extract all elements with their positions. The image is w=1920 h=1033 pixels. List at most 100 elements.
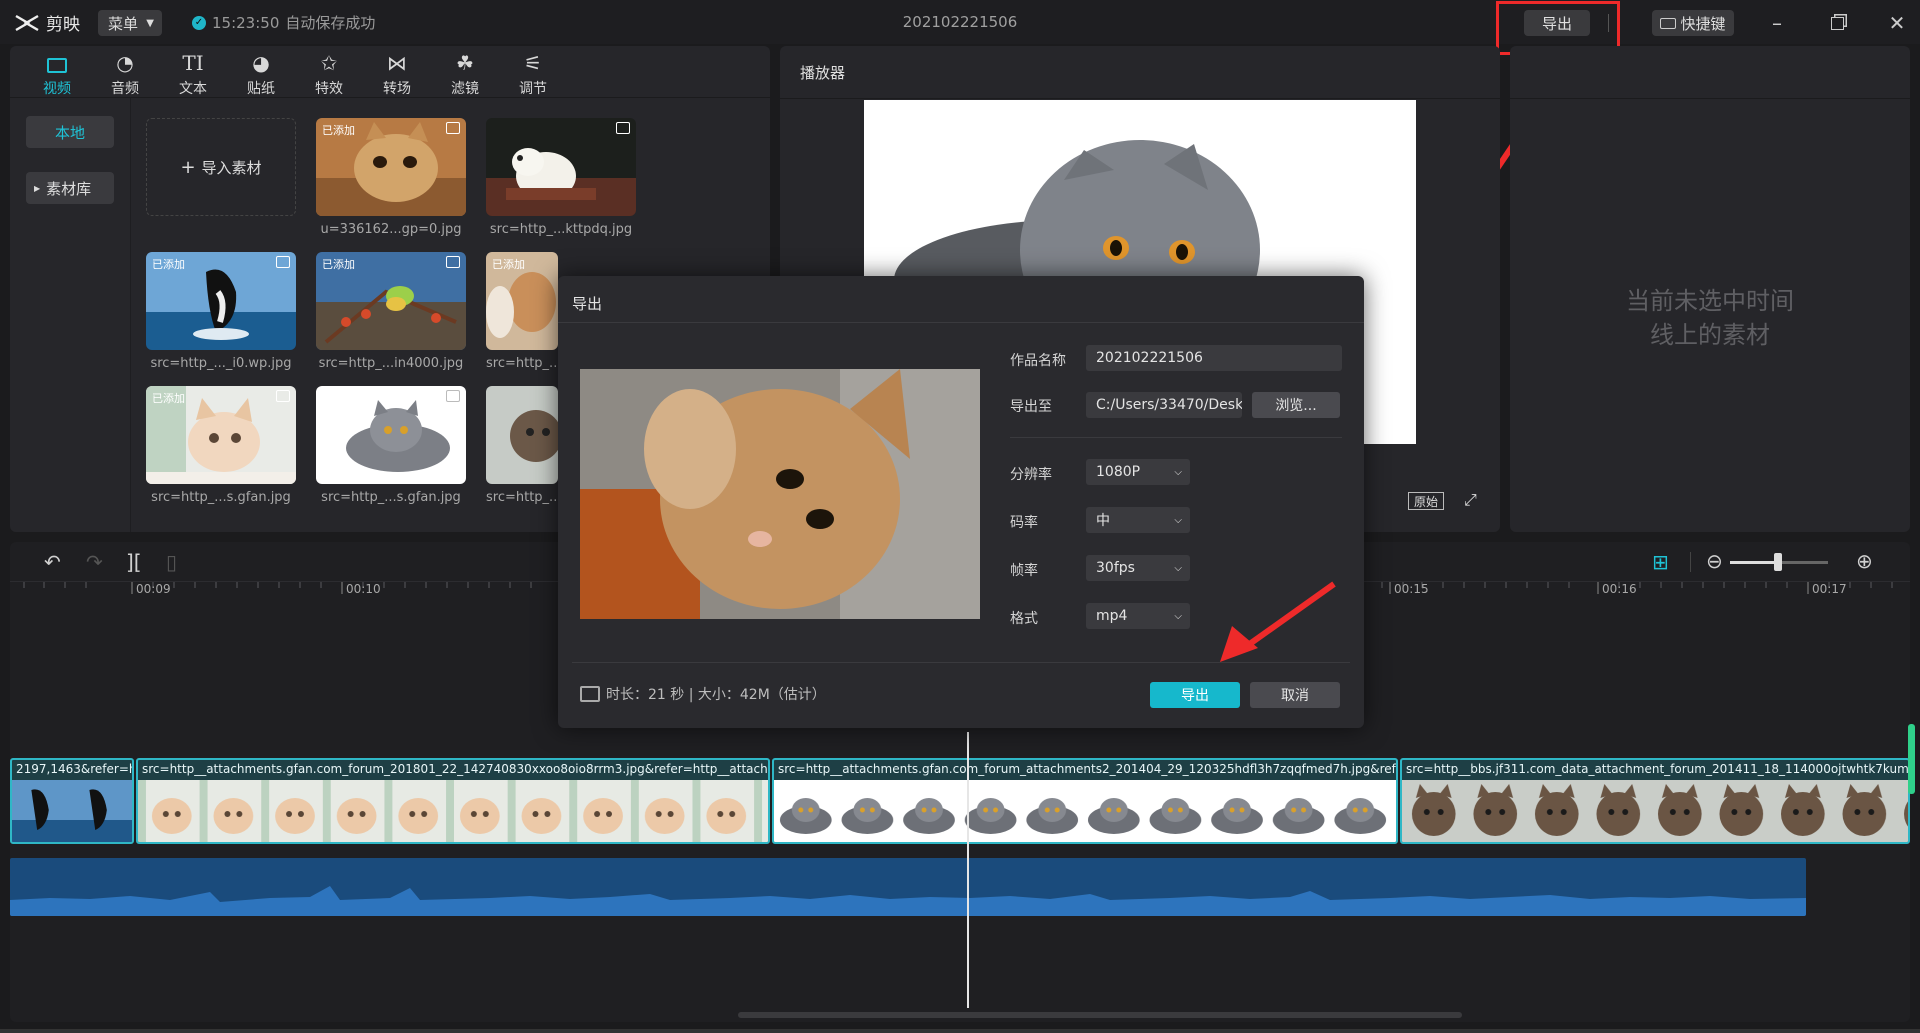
resolution-select[interactable]: 1080P ⌵ [1086,459,1190,485]
shortcut-button[interactable]: 快捷键 [1652,10,1734,36]
sidebar-item-library[interactable]: ▶ 素材库 [26,172,114,204]
tab-audio[interactable]: ◔ 音频 [102,46,148,97]
caret-right-icon: ▶ [34,183,41,193]
menu-dropdown[interactable]: 菜单 ▼ [98,10,162,36]
sidebar-item-local[interactable]: 本地 [26,116,114,148]
import-label: 导入素材 [201,158,262,177]
tab-transition[interactable]: ⋈ 转场 [374,46,420,97]
media-item[interactable]: 已添加 src=http_..._i0.wp.jpg [146,252,296,371]
fullscreen-icon[interactable]: ⤢ [1464,490,1477,510]
added-badge: 已添加 [152,392,185,405]
media-item[interactable]: 已添加 src=http_... [486,252,558,371]
video-clip[interactable]: src=http__bbs.jf311.com_data_attachment_… [1400,758,1910,844]
minimize-icon[interactable]: – [1764,10,1790,36]
tab-sticker[interactable]: ◕ 贴纸 [238,46,284,97]
restore-icon[interactable] [1824,10,1850,36]
video-clip[interactable]: src=http__attachments.gfan.com_forum_att… [772,758,1398,844]
player-title: 播放器 [800,64,846,82]
video-clip[interactable]: 2197,1463&refer=http [10,758,134,844]
dialog-cancel-button[interactable]: 取消 [1250,682,1340,708]
bitrate-label: 码率 [1010,515,1038,531]
tab-label: 滤镜 [451,81,479,97]
media-caption: src=http_... [486,356,558,371]
zoom-slider-fill [1730,561,1778,564]
path-input[interactable]: C:/Users/33470/Desk [1086,392,1242,418]
zoom-out-icon[interactable]: ⊖ [1706,549,1723,573]
tick-label: 00:15 [1394,582,1429,596]
zoom-slider-handle[interactable] [1774,553,1782,571]
divider [558,322,1364,323]
media-item[interactable]: src=http_...kttpdq.jpg [486,118,636,237]
added-badge: 已添加 [492,258,525,271]
horizontal-scrollbar[interactable] [738,1012,1462,1018]
vertical-scrollbar[interactable] [1908,724,1915,794]
format-select[interactable]: mp4 ⌵ [1086,603,1190,629]
tab-label: 转场 [383,81,411,97]
clip-label: 2197,1463&refer=http [16,762,132,776]
media-caption: src=http_...kttpdq.jpg [489,222,633,237]
empty-line-1: 当前未选中时间 [1626,287,1794,315]
image-type-icon [276,256,290,268]
clip-frames [138,780,768,842]
divider [780,98,1500,99]
chevron-down-icon: ⌵ [1174,466,1182,478]
app-name: 剪映 [46,15,80,35]
tab-text[interactable]: TI 文本 [170,46,216,97]
split-icon[interactable]: ][ [126,550,142,574]
snap-icon[interactable]: ⊞ [1652,550,1669,574]
image-type-icon [446,390,460,402]
dialog-export-button[interactable]: 导出 [1150,682,1240,708]
media-caption: src=http_...in4000.jpg [318,356,464,371]
tab-adjust[interactable]: ⚟ 调节 [510,46,556,97]
film-icon [580,686,600,702]
autosave-status: ✓ 15:23:50 自动保存成功 [192,12,375,33]
name-label: 作品名称 [1010,353,1066,369]
close-icon[interactable]: ✕ [1884,10,1910,36]
redo-icon[interactable]: ↷ [86,550,103,574]
name-input[interactable]: 202102221506 [1086,345,1342,371]
zoom-in-icon[interactable]: ⊕ [1856,549,1873,573]
tab-label: 调节 [519,81,547,97]
autosave-time: 15:23:50 [212,13,280,32]
playhead[interactable] [967,732,969,1008]
format-value: mp4 [1096,608,1128,624]
app-logo: 剪映 [14,10,80,35]
browse-button[interactable]: 浏览... [1252,392,1340,418]
image-type-icon [446,122,460,134]
divider [1690,552,1691,572]
media-thumbnail: 已添加 [316,118,466,216]
tick-label: 00:10 [346,582,381,596]
autosave-text: 自动保存成功 [285,14,376,32]
media-item[interactable]: src=http_...s.gfan.jpg [316,386,466,505]
image-type-icon [446,256,460,268]
tab-video[interactable]: 视频 [34,46,80,97]
tab-effects[interactable]: ✩ 特效 [306,46,352,97]
video-clip[interactable]: src=http__attachments.gfan.com_forum_201… [136,758,770,844]
tab-filter[interactable]: ☘ 滤镜 [442,46,488,97]
media-thumbnail: 已添加 [146,386,296,484]
capcut-logo-icon [15,14,39,31]
empty-selection-message: 当前未选中时间 线上的素材 [1510,284,1910,352]
chevron-down-icon: ▼ [146,17,154,29]
clip-label: src=http__attachments.gfan.com_forum_201… [142,762,770,776]
resolution-value: 1080P [1096,464,1141,480]
menu-label: 菜单 [108,14,139,33]
import-media-button[interactable]: + 导入素材 [146,118,296,216]
media-item[interactable]: src=http_... [486,386,558,505]
delete-icon[interactable]: ▯ [166,550,177,574]
undo-icon[interactable]: ↶ [44,550,61,574]
audio-waveform [10,886,1806,916]
bitrate-select[interactable]: 中 ⌵ [1086,507,1190,533]
media-item[interactable]: 已添加 u=336162...gp=0.jpg [316,118,466,237]
media-item[interactable]: 已添加 src=http_...in4000.jpg [316,252,466,371]
media-item[interactable]: 已添加 src=http_...s.gfan.jpg [146,386,296,505]
clip-frames [774,780,1396,842]
original-ratio-button[interactable]: 原始 [1408,492,1444,510]
audio-clip[interactable] [10,858,1806,916]
clip-label: src=http__bbs.jf311.com_data_attachment_… [1406,762,1909,776]
format-label: 格式 [1010,611,1038,627]
media-thumbnail [316,386,466,484]
media-caption: src=http_... [486,490,558,505]
export-preview-image [580,369,980,619]
fps-select[interactable]: 30fps ⌵ [1086,555,1190,581]
